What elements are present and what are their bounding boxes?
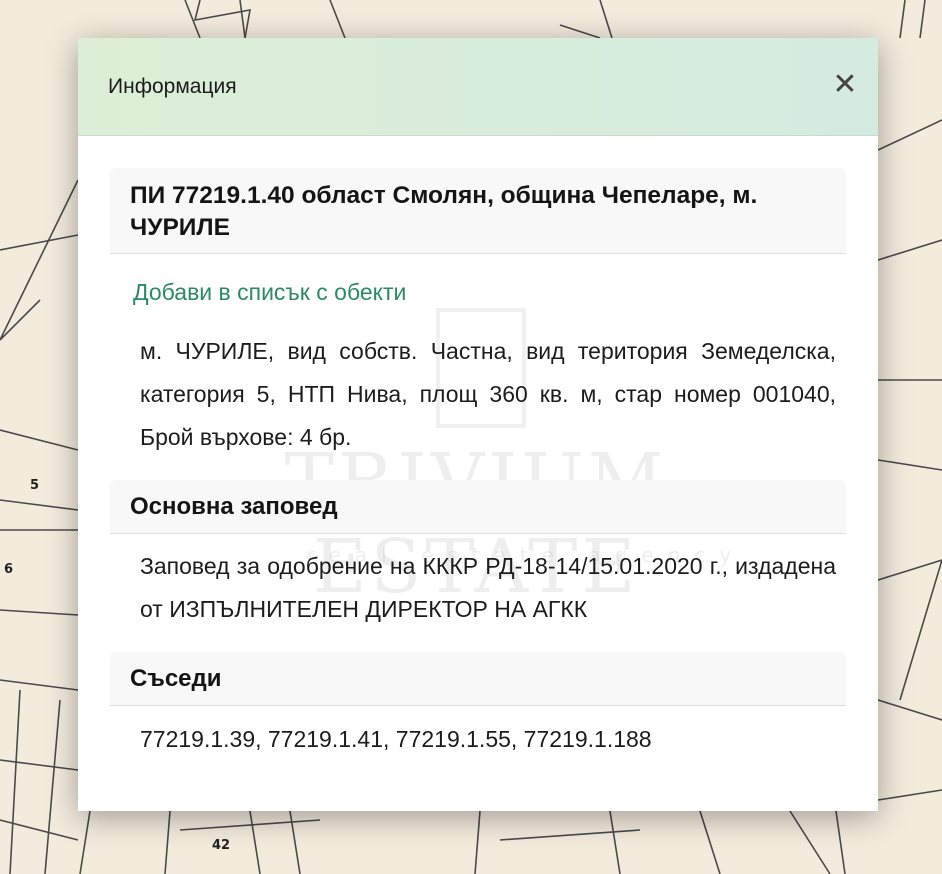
neighbors-list: 77219.1.39, 77219.1.41, 77219.1.55, 7721… [140, 726, 652, 752]
parcel-heading: ПИ 77219.1.40 област Смолян, община Чепе… [110, 168, 846, 254]
parcel-description: м. ЧУРИЛЕ, вид собств. Частна, вид терит… [140, 338, 836, 450]
order-heading: Основна заповед [110, 480, 846, 534]
neighbors-heading: Съседи [110, 652, 846, 706]
add-to-list-link[interactable]: Добави в списък с обекти [133, 279, 406, 306]
modal-title: Информация [108, 75, 237, 98]
close-icon[interactable]: ✕ [830, 70, 860, 100]
parcel-number-label: 6 [4, 562, 14, 577]
parcel-number-label: 42 [212, 838, 231, 853]
parcel-number-label: 5 [30, 478, 40, 493]
modal-header: Информация ✕ [78, 38, 878, 136]
info-modal: Информация ✕ TRIVIUM ESTATE real estate … [78, 38, 878, 811]
order-text: Заповед за одобрение на КККР РД-18-14/15… [140, 553, 836, 622]
